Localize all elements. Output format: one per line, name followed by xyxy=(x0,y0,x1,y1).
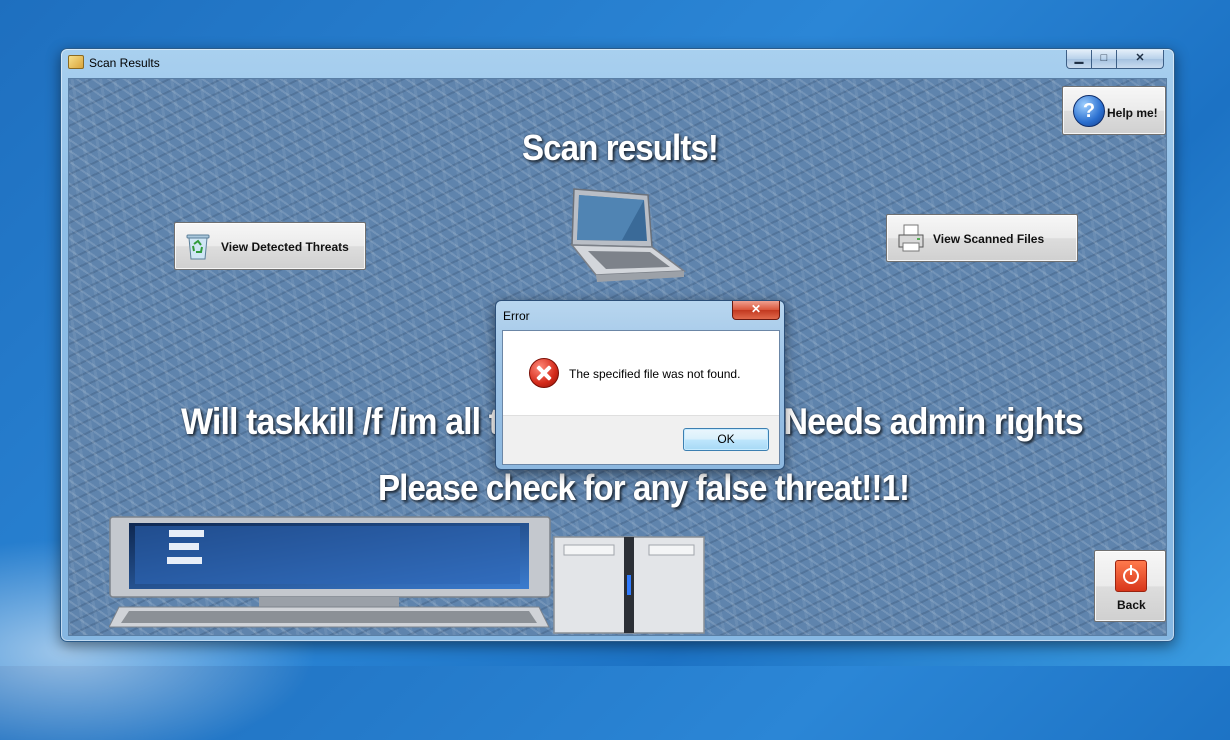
back-button[interactable]: Back xyxy=(1094,550,1166,622)
view-detected-threats-label: View Detected Threats xyxy=(221,240,349,254)
view-detected-threats-button[interactable]: View Detected Threats xyxy=(174,222,366,270)
laptop-image xyxy=(570,188,687,282)
error-dialog-title: Error xyxy=(503,309,530,323)
window-title: Scan Results xyxy=(89,56,160,70)
error-dialog: Error ✕ The specified file was not found… xyxy=(495,300,785,470)
power-icon xyxy=(1115,560,1147,592)
error-icon xyxy=(529,358,559,388)
error-message: The specified file was not found. xyxy=(569,367,741,381)
back-button-label: Back xyxy=(1117,598,1146,612)
maximize-button[interactable]: □ xyxy=(1091,50,1117,69)
false-threat-notice: Please check for any false threat!!1! xyxy=(378,467,910,508)
error-dialog-close-button[interactable]: ✕ xyxy=(732,301,780,320)
page-title: Scan results! xyxy=(522,127,719,168)
minimize-button[interactable]: ▁ xyxy=(1066,50,1092,69)
app-icon xyxy=(68,55,84,69)
view-scanned-files-label: View Scanned Files xyxy=(933,232,1045,246)
taskkill-notice-start: Will taskkill /f /im all t xyxy=(181,401,500,442)
desktop-computer-image xyxy=(109,516,705,634)
recycle-bin-icon xyxy=(186,234,210,260)
help-button-label: Help me! xyxy=(1107,106,1158,120)
close-button[interactable]: ✕ xyxy=(1116,50,1164,69)
printer-icon xyxy=(898,224,924,252)
error-dialog-footer: OK xyxy=(503,415,779,464)
error-dialog-body: The specified file was not found. OK xyxy=(502,330,780,465)
help-question-icon: ? xyxy=(1073,95,1105,127)
view-scanned-files-button[interactable]: View Scanned Files xyxy=(886,214,1078,262)
help-button[interactable]: ? Help me! xyxy=(1062,86,1166,135)
window-titlebar[interactable]: Scan Results ▁ □ ✕ xyxy=(61,49,1174,77)
ok-button[interactable]: OK xyxy=(683,428,769,451)
